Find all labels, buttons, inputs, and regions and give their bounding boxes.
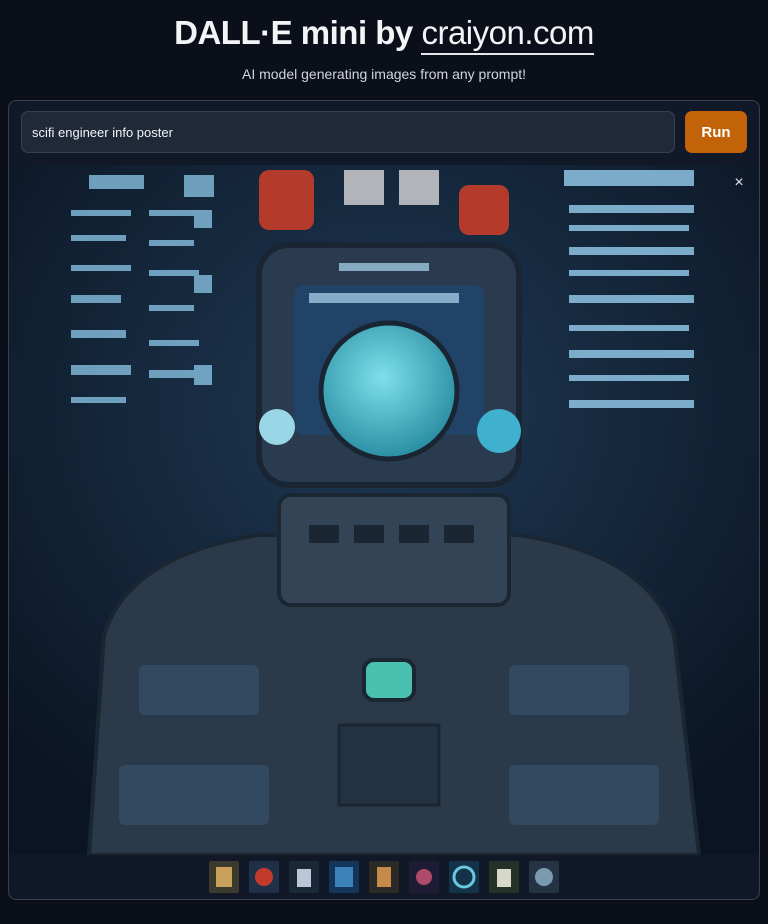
thumbnail-4[interactable] <box>329 861 359 893</box>
thumbnail-1[interactable] <box>209 861 239 893</box>
thumbnail-2[interactable] <box>249 861 279 893</box>
thumbnail-strip <box>9 855 759 899</box>
page-header: DALL·E mini by craiyon.com AI model gene… <box>0 0 768 86</box>
thumbnail-6[interactable] <box>409 861 439 893</box>
close-icon[interactable]: × <box>729 173 749 193</box>
prompt-input[interactable] <box>21 111 675 153</box>
craiyon-link[interactable]: craiyon.com <box>421 14 594 55</box>
generated-image-artwork <box>9 165 759 855</box>
thumbnail-9[interactable] <box>529 861 559 893</box>
page-title: DALL·E mini by craiyon.com <box>0 12 768 55</box>
title-text: DALL·E mini by <box>174 14 422 51</box>
thumbnail-7[interactable] <box>449 861 479 893</box>
generated-image[interactable]: × <box>9 165 759 855</box>
generator-panel: Run <box>8 100 760 900</box>
page-subtitle: AI model generating images from any prom… <box>241 66 527 82</box>
thumbnail-3[interactable] <box>289 861 319 893</box>
thumbnail-5[interactable] <box>369 861 399 893</box>
prompt-row: Run <box>21 111 747 155</box>
run-button[interactable]: Run <box>685 111 747 153</box>
thumbnail-8[interactable] <box>489 861 519 893</box>
